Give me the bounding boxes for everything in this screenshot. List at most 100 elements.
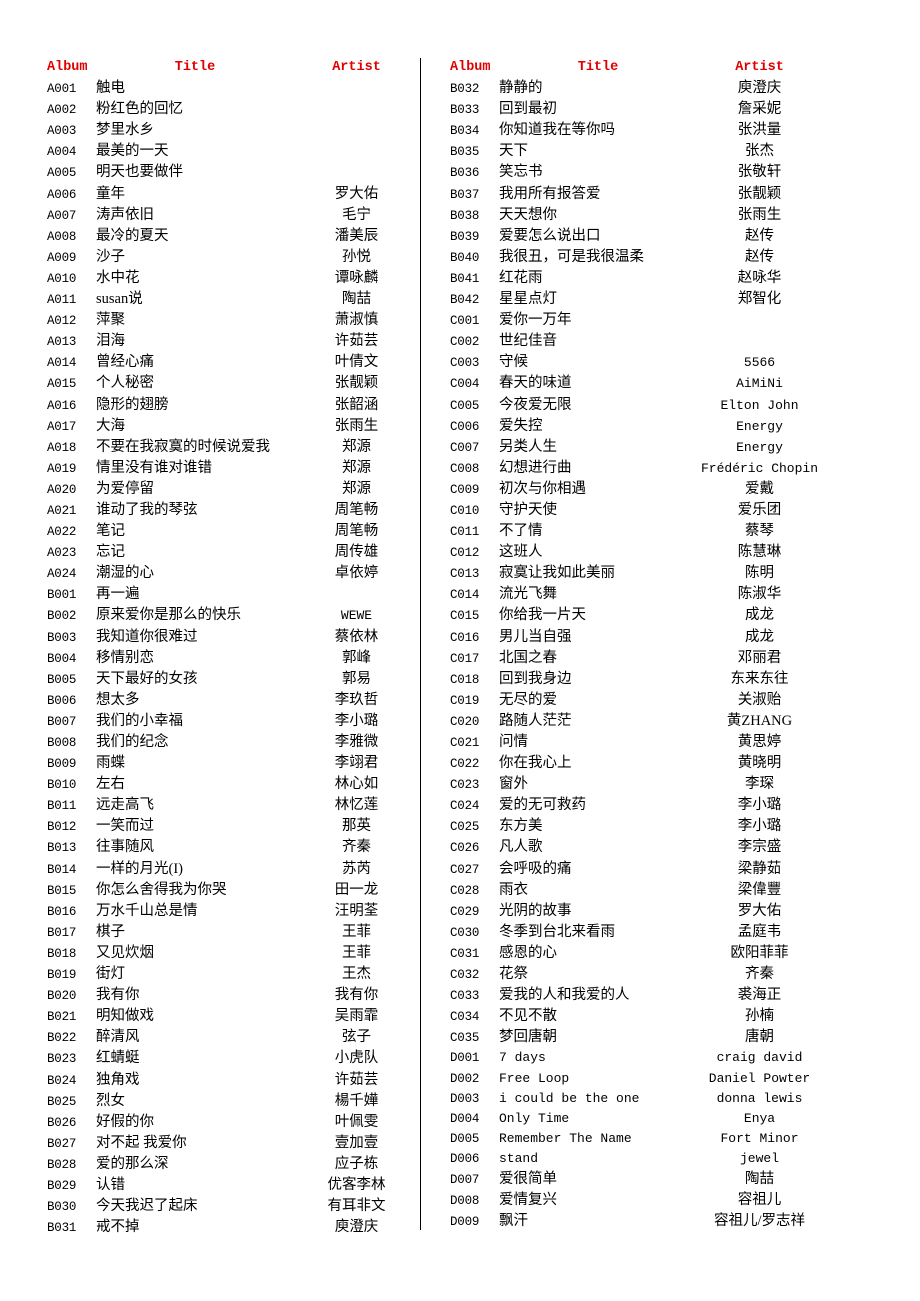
cell-title: 一样的月光(I) [96,860,183,877]
cell-title: 飘汗 [499,1213,528,1230]
cell-album: C027 [450,862,480,877]
table-row: B002 原来爱你是那么的快乐 WEWE [47,605,419,626]
cell-album: B018 [47,946,77,961]
table-row: B028 爱的那么深 应子栋 [47,1154,419,1175]
header-artist: Artist [735,60,784,75]
table-row: B011 远走高飞 林忆莲 [47,795,419,816]
cell-artist: 爱戴 [745,480,774,497]
cell-title: 冬季到台北来看雨 [499,923,615,940]
table-row: A024 潮湿的心 卓依婷 [47,563,419,584]
cell-artist: 汪明荃 [334,902,379,919]
cell-title: 今夜爱无限 [499,396,572,413]
cell-album: C028 [450,883,480,898]
cell-album: B037 [450,187,480,202]
cell-album: C020 [450,714,480,729]
cell-artist [294,141,419,162]
cell-album: A004 [47,145,77,160]
cell-artist: 谭咏麟 [334,269,379,286]
cell-title: 对不起 我爱你 [96,1134,187,1151]
cell-album: C004 [450,377,480,392]
cell-album: B005 [47,672,77,687]
cell-title: 不见不散 [499,1008,557,1025]
cell-album: A006 [47,187,77,202]
header-row: Album Title Artist [47,58,419,78]
table-row: B042 星星点灯 郑智化 [450,289,822,310]
cell-album: B042 [450,293,480,308]
cell-artist: 李翊君 [334,755,379,772]
table-row: A023 忘记 周传雄 [47,542,419,563]
table-row: B005 天下最好的女孩 郭易 [47,669,419,690]
table-row: C026 凡人歌 李宗盛 [450,837,822,858]
header-album: Album [47,60,88,75]
cell-title: 今天我迟了起床 [96,1198,198,1215]
cell-artist: 弦子 [342,1029,371,1046]
cell-artist: 李雅微 [334,734,379,750]
cell-artist: 詹采妮 [737,101,782,118]
cell-album: A003 [47,124,77,139]
cell-title: 醉清风 [96,1029,140,1046]
cell-artist: 李小璐 [737,797,782,814]
table-row: C006 爱失控 Energy [450,416,822,437]
cell-album: A020 [47,482,77,497]
cell-title: 窗外 [499,776,528,793]
cell-album: C019 [450,693,480,708]
table-row: D005 Remember The Name Fort Minor [450,1129,822,1149]
cell-album: D004 [450,1111,480,1126]
cell-title: 初次与你相遇 [499,480,586,497]
cell-album: D006 [450,1151,480,1166]
cell-title: 静静的 [499,80,543,97]
cell-title: 曾经心痛 [96,354,154,371]
cell-album: B003 [47,630,77,645]
cell-artist: 梁静茹 [737,860,782,877]
cell-artist: 庾澄庆 [334,1219,379,1236]
cell-title: 潮湿的心 [96,565,154,582]
table-row: B031 戒不掉 庾澄庆 [47,1217,419,1238]
cell-title: 回到最初 [499,101,557,118]
cell-title: 最冷的夏天 [96,227,169,244]
table-row: B029 认错 优客李林 [47,1175,419,1196]
cell-album: A011 [47,293,77,308]
cell-title: 天天想你 [499,206,557,223]
cell-album: C002 [450,335,480,350]
cell-album: B022 [47,1031,77,1046]
cell-album: C014 [450,588,480,603]
cell-artist: 陶喆 [342,291,371,308]
table-row: B013 往事随风 齐秦 [47,837,419,858]
cell-album: B015 [47,883,77,898]
song-listing-page: Album Title Artist A001 触电 A002 粉红色的回忆 A003 梦… [0,0,920,1301]
cell-album: A009 [47,250,77,265]
table-row: C027 会呼吸的痛 梁静茹 [450,859,822,880]
cell-album: A021 [47,503,77,518]
cell-artist [294,584,419,605]
table-row: D001 7 days craig david [450,1048,822,1068]
header-title: Title [174,60,216,75]
cell-album: C010 [450,503,480,518]
table-row: A012 萍聚 萧淑慎 [47,310,419,331]
cell-artist: 郑智化 [737,291,782,308]
cell-artist: Elton John [720,397,799,413]
cell-artist: 田一龙 [334,881,379,898]
cell-album: C023 [450,778,480,793]
table-row: C035 梦回唐朝 唐朝 [450,1027,822,1048]
cell-artist: 那英 [342,818,371,835]
cell-title: Free Loop [499,1070,570,1086]
cell-title: 感恩的心 [499,944,557,961]
table-row: C016 男儿当自强 成龙 [450,627,822,648]
table-row: C011 不了情 蔡琴 [450,521,822,542]
cell-title: 我用所有报答爱 [499,185,601,202]
cell-title: 涛声依旧 [96,206,154,223]
table-row: B033 回到最初 詹采妮 [450,99,822,120]
cell-album: C009 [450,482,480,497]
cell-title: 笔记 [96,523,125,540]
cell-title: 这班人 [499,544,543,561]
cell-artist: 成龙 [745,628,774,645]
table-row: B020 我有你 我有你 [47,985,419,1006]
cell-album: C011 [450,525,480,540]
cell-artist: 张雨生 [334,417,379,434]
table-row: C002 世纪佳音 [450,331,822,352]
cell-artist: 周传雄 [334,544,379,561]
cell-artist: donna lewis [716,1090,803,1106]
table-row: A020 为爱停留 郑源 [47,479,419,500]
cell-artist: 罗大佑 [737,902,782,919]
table-row: C003 守候 5566 [450,352,822,373]
